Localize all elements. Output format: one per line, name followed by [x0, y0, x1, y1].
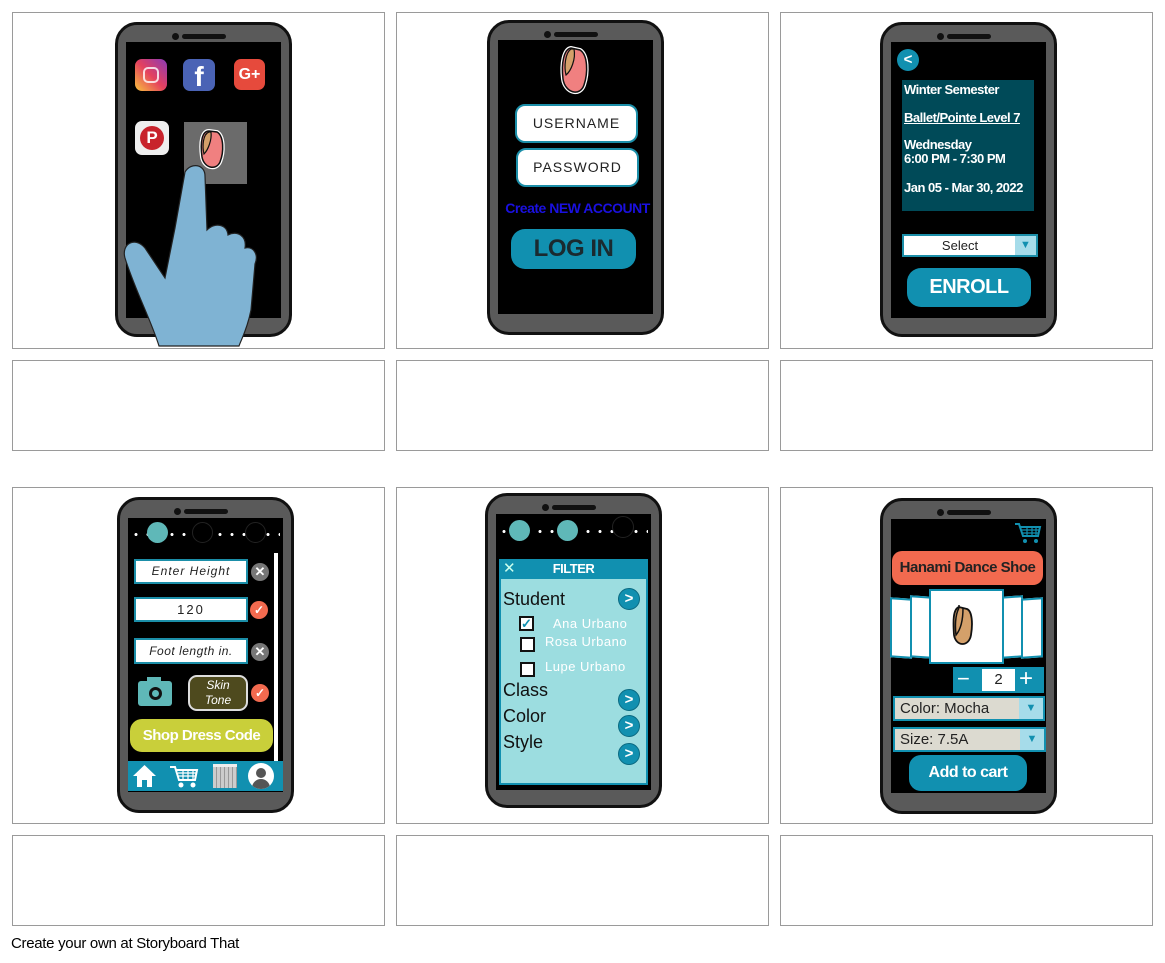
create-account-link[interactable]: Create NEW ACCOUNT: [500, 200, 655, 216]
carousel-thumb-right-2[interactable]: [1021, 597, 1043, 659]
chevron-down-icon[interactable]: ▼: [1019, 698, 1043, 719]
facebook-icon[interactable]: f: [183, 59, 215, 92]
clear-icon[interactable]: ✕: [251, 563, 269, 581]
clear-icon[interactable]: ✕: [251, 643, 269, 661]
height-input[interactable]: Enter Height: [134, 559, 248, 584]
caption-box-5[interactable]: [396, 835, 769, 926]
google-plus-icon[interactable]: G+: [234, 59, 265, 90]
student-expand-button[interactable]: >: [618, 588, 640, 610]
carousel-thumb-left-2[interactable]: [890, 597, 912, 659]
increment-button[interactable]: +: [1019, 667, 1033, 691]
student-name-rosa: Rosa Urbano: [545, 634, 628, 649]
enroll-button[interactable]: ENROLL: [907, 268, 1031, 307]
caption-box-6[interactable]: [780, 835, 1153, 926]
caption-box-1[interactable]: [12, 360, 385, 451]
check-icon: ✓: [250, 601, 268, 619]
checkbox-ana[interactable]: ✓: [519, 616, 534, 631]
step-indicator-1-active: [509, 520, 530, 541]
add-to-cart-button[interactable]: Add to cart: [909, 755, 1027, 791]
login-button[interactable]: LOG IN: [511, 229, 636, 269]
carousel-thumb-right-1[interactable]: [1001, 595, 1023, 659]
checkbox-rosa[interactable]: [520, 637, 535, 652]
camera-icon[interactable]: [138, 677, 172, 706]
enroll-select[interactable]: Select ▼: [902, 234, 1038, 257]
class-info-card: Winter Semester Ballet/Pointe Level 7 We…: [902, 80, 1034, 211]
enroll-select-value: Select: [941, 238, 979, 253]
color-heading: Color: [503, 706, 547, 726]
semester-label: Winter Semester: [904, 82, 999, 97]
skin-tone-label-2: Tone: [204, 693, 232, 707]
color-expand-button[interactable]: >: [618, 715, 640, 737]
class-expand-button[interactable]: >: [618, 689, 640, 711]
student-name-ana: Ana Urbano: [553, 616, 628, 631]
instagram-icon[interactable]: [135, 59, 167, 91]
class-name-link[interactable]: Ballet/Pointe Level 7: [904, 110, 1032, 125]
profile-icon[interactable]: [248, 763, 274, 789]
filter-title: FILTER: [552, 561, 595, 576]
height-value-input[interactable]: 120: [134, 597, 248, 622]
student-heading: Student: [503, 589, 566, 609]
class-day: Wednesday: [904, 137, 972, 152]
caption-box-3[interactable]: [780, 360, 1153, 451]
shop-dress-code-button[interactable]: Shop Dress Code: [130, 719, 273, 752]
footer-credit[interactable]: Create your own at Storyboard That: [11, 935, 239, 952]
quantity-value[interactable]: 2: [982, 669, 1015, 691]
back-button[interactable]: <: [897, 49, 919, 71]
size-select[interactable]: Size: 7.5A ▼: [893, 727, 1046, 752]
username-input[interactable]: USERNAME: [515, 104, 638, 143]
skin-tone-button[interactable]: Skin Tone: [188, 675, 248, 711]
app-logo-shoe-icon: [560, 45, 589, 95]
hand-pointer-icon: [123, 165, 257, 347]
cart-icon[interactable]: [1014, 522, 1042, 544]
student-name-lupe: Lupe Urbano: [545, 659, 626, 674]
product-image: [929, 589, 1004, 664]
step-indicator-2: [192, 522, 213, 543]
size-select-value: Size: 7.5A: [900, 731, 969, 748]
cart-icon[interactable]: [169, 764, 199, 789]
foot-length-input[interactable]: Foot length in.: [134, 638, 248, 664]
caption-box-4[interactable]: [12, 835, 385, 926]
step-indicator-2-active: [557, 520, 578, 541]
decrement-button[interactable]: −: [957, 667, 970, 691]
step-indicator-3: [612, 516, 634, 538]
class-dates: Jan 05 - Mar 30, 2022: [904, 180, 1023, 195]
style-expand-button[interactable]: >: [618, 743, 640, 765]
color-select[interactable]: Color: Mocha ▼: [893, 696, 1045, 721]
caption-box-2[interactable]: [396, 360, 769, 451]
home-icon[interactable]: [132, 763, 157, 788]
scrollbar[interactable]: [274, 553, 278, 763]
chevron-down-icon[interactable]: ▼: [1020, 729, 1044, 750]
style-heading: Style: [503, 732, 544, 752]
step-indicator-1-active: [147, 522, 168, 543]
checkbox-lupe[interactable]: [520, 662, 535, 677]
quantity-stepper[interactable]: − 2 +: [953, 667, 1044, 693]
check-icon: ✓: [251, 684, 269, 702]
calendar-icon[interactable]: [213, 764, 237, 788]
password-input[interactable]: PASSWORD: [516, 148, 639, 187]
product-title: Hanami Dance Shoe: [892, 551, 1043, 585]
color-select-value: Color: Mocha: [900, 700, 990, 717]
class-time: 6:00 PM - 7:30 PM: [904, 151, 1006, 166]
skin-tone-label-1: Skin: [206, 678, 230, 692]
chevron-down-icon[interactable]: ▼: [1015, 236, 1036, 255]
pinterest-icon[interactable]: P: [135, 121, 169, 155]
dance-shoe-icon: [952, 605, 973, 645]
class-heading: Class: [503, 680, 549, 700]
step-indicator-3: [245, 522, 266, 543]
